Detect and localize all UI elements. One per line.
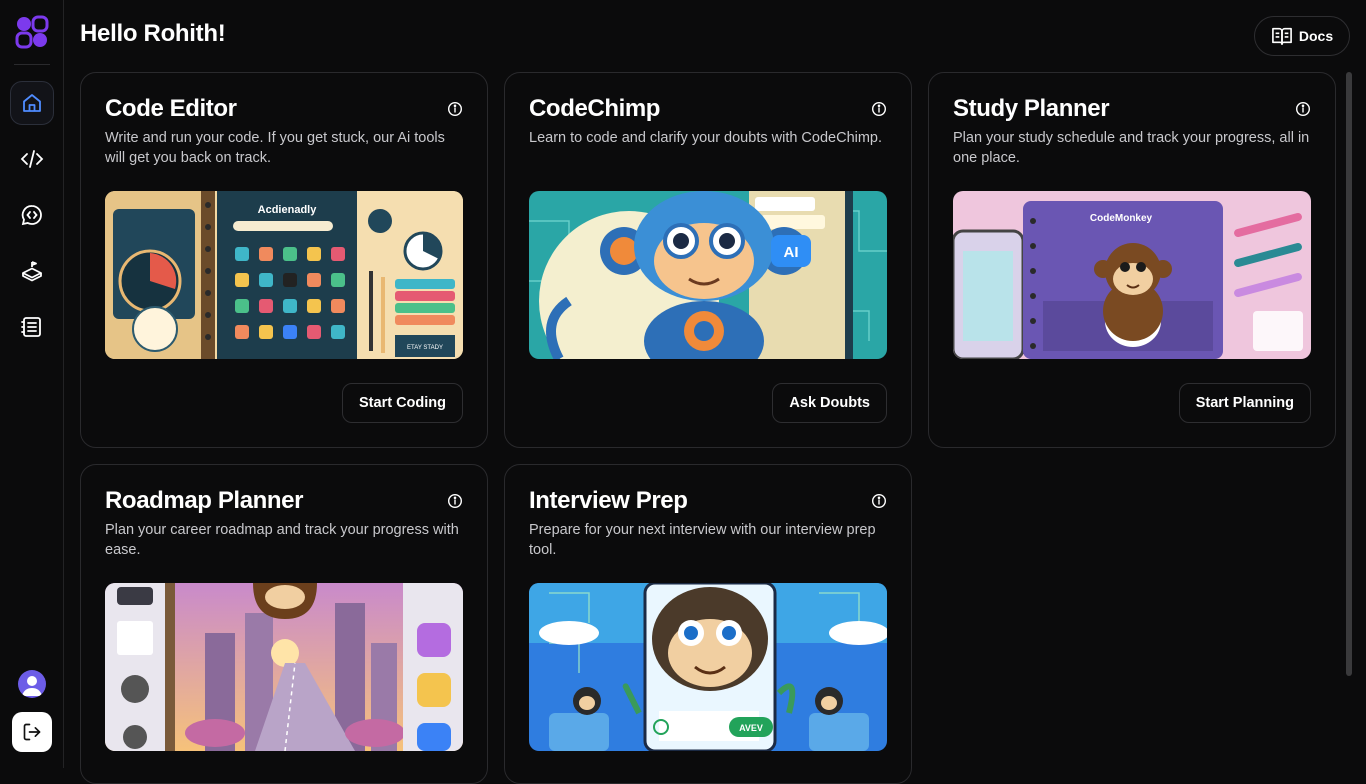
home-icon [22, 94, 41, 112]
illustration-text: ETAY STADY [407, 345, 443, 351]
codechimp-illustration: AI [529, 191, 887, 359]
card-title: Study Planner [953, 95, 1110, 122]
card-study-planner: Study Planner Plan your study schedule a… [928, 72, 1336, 448]
illustration-text: CodeMonkey [1090, 213, 1153, 224]
start-coding-button[interactable]: Start Coding [342, 383, 463, 423]
roadmap-icon [21, 261, 42, 282]
card-title: Interview Prep [529, 487, 688, 514]
card-description: Prepare for your next interview with our… [529, 522, 876, 558]
logout-icon [23, 723, 40, 741]
docs-label: Docs [1298, 28, 1334, 44]
logout-button[interactable] [11, 712, 52, 752]
start-planning-button[interactable]: Start Planning [1178, 383, 1311, 423]
illustration-text: AI [784, 244, 799, 261]
code-editor-illustration: Acdienadly ETAY STADY [105, 191, 463, 359]
study-planner-illustration: CodeMonkey [953, 191, 1311, 359]
scrollbar-thumb[interactable] [1346, 72, 1352, 676]
sidebar-divider [13, 64, 50, 65]
card-title: CodeChimp [529, 95, 661, 122]
sidebar-item-code-editor[interactable] [10, 137, 54, 181]
card-interview-prep: Interview Prep Prepare for your next int… [504, 464, 912, 784]
sidebar-item-roadmap[interactable] [10, 249, 54, 293]
app-logo[interactable] [14, 14, 50, 50]
card-description: Learn to code and clarify your doubts wi… [529, 130, 883, 146]
info-icon[interactable] [1295, 101, 1311, 117]
chat-code-icon [21, 205, 42, 226]
info-icon[interactable] [447, 101, 463, 117]
illustration-text: AVEV [739, 723, 763, 733]
card-roadmap-planner: Roadmap Planner Plan your career roadmap… [80, 464, 488, 784]
card-description: Write and run your code. If you get stuc… [105, 130, 445, 166]
sidebar [0, 0, 64, 768]
code-icon [20, 150, 43, 168]
sidebar-item-codechimp[interactable] [10, 193, 54, 237]
info-icon[interactable] [447, 493, 463, 509]
notes-icon [20, 317, 41, 337]
avatar[interactable] [17, 670, 46, 698]
roadmap-illustration [105, 583, 463, 751]
info-icon[interactable] [871, 101, 887, 117]
card-description: Plan your career roadmap and track your … [105, 522, 459, 558]
card-title: Roadmap Planner [105, 487, 304, 514]
docs-button[interactable]: Docs [1254, 16, 1350, 56]
interview-prep-illustration: AVEV [529, 583, 887, 751]
scrollbar[interactable] [1346, 72, 1352, 768]
ask-doubts-button[interactable]: Ask Doubts [772, 383, 887, 423]
sidebar-item-home[interactable] [9, 81, 54, 125]
book-open-icon [1271, 27, 1292, 45]
sidebar-item-study-planner[interactable] [10, 305, 54, 349]
page-title: Hello Rohith! [80, 20, 226, 47]
card-codechimp: CodeChimp Learn to code and clarify your… [504, 72, 912, 448]
sidebar-bottom [11, 670, 52, 752]
card-description: Plan your study schedule and track your … [953, 130, 1310, 166]
info-icon[interactable] [871, 493, 887, 509]
user-icon [21, 676, 42, 696]
card-title: Code Editor [105, 95, 237, 122]
card-code-editor: Code Editor Write and run your code. If … [80, 72, 488, 448]
illustration-text: Acdienadly [258, 204, 318, 216]
